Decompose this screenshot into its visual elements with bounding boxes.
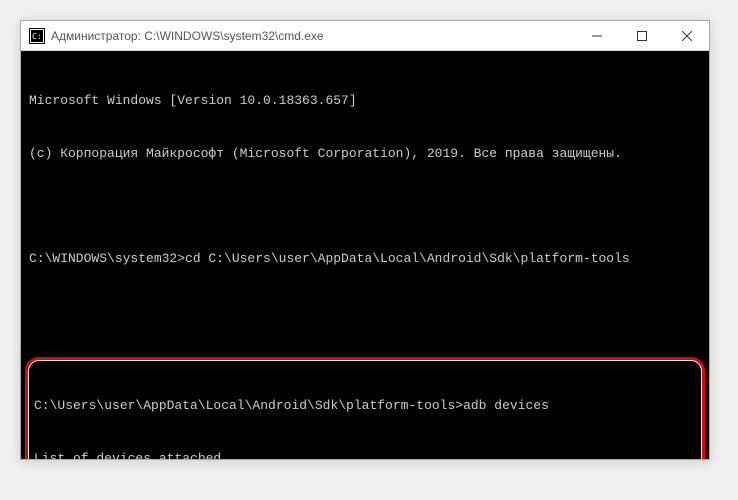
close-button[interactable]: [664, 21, 709, 51]
terminal-area[interactable]: Microsoft Windows [Version 10.0.18363.65…: [21, 51, 709, 459]
titlebar[interactable]: C: Администратор: C:\WINDOWS\system32\cm…: [21, 21, 709, 51]
terminal-output: Microsoft Windows [Version 10.0.18363.65…: [29, 92, 701, 110]
window-title: Администратор: C:\WINDOWS\system32\cmd.e…: [51, 29, 574, 43]
cmd-icon: C:: [29, 28, 45, 44]
terminal-output: List of devices attached: [34, 450, 696, 459]
maximize-button[interactable]: [619, 21, 664, 51]
minimize-button[interactable]: [574, 21, 619, 51]
highlighted-output: C:\Users\user\AppData\Local\Android\Sdk\…: [25, 357, 705, 459]
terminal-output: (c) Корпорация Майкрософт (Microsoft Cor…: [29, 145, 701, 163]
cmd-window: C: Администратор: C:\WINDOWS\system32\cm…: [20, 20, 710, 460]
terminal-command: C:\WINDOWS\system32>cd C:\Users\user\App…: [29, 250, 701, 268]
terminal-command: C:\Users\user\AppData\Local\Android\Sdk\…: [34, 397, 696, 415]
svg-text:C:: C:: [32, 32, 42, 41]
window-controls: [574, 21, 709, 51]
